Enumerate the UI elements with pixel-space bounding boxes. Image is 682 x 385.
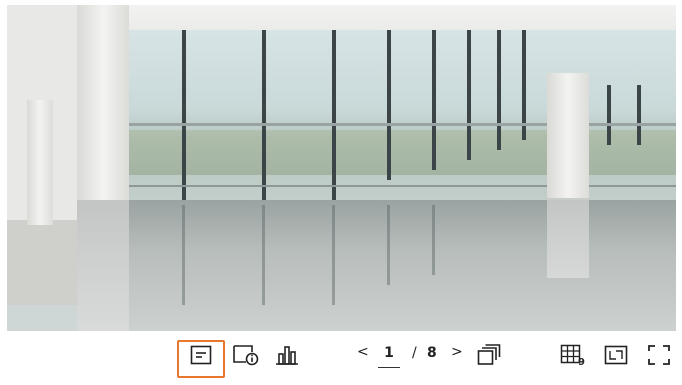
- scene-mullion: [607, 85, 611, 145]
- scene-mullion: [332, 30, 336, 200]
- fit-screen-icon[interactable]: [603, 343, 629, 367]
- layout-9-icon[interactable]: 9: [559, 343, 589, 367]
- scene-reflection: [262, 205, 265, 305]
- camera-live-view[interactable]: [7, 5, 676, 331]
- scene-pillar: [77, 5, 129, 200]
- scene-pillar: [27, 100, 53, 225]
- scene-mullion: [467, 30, 471, 160]
- page-separator: /: [412, 345, 417, 361]
- camera-image: [7, 5, 676, 331]
- scene-left-floor: [7, 220, 77, 305]
- scene-reflection: [432, 205, 435, 275]
- scene-mullion: [637, 85, 641, 145]
- camera-info-icon[interactable]: [231, 343, 261, 367]
- scene-reflection: [182, 205, 185, 305]
- sequence-icon[interactable]: [476, 343, 502, 367]
- scene-mullion: [497, 30, 501, 150]
- scene-glass-wall: [127, 30, 676, 210]
- bar-chart-icon[interactable]: [274, 343, 300, 367]
- previous-page-button[interactable]: <: [357, 344, 369, 360]
- scene-mullion: [387, 30, 391, 180]
- scene-pillar-reflection: [77, 200, 129, 331]
- svg-text:9: 9: [578, 357, 585, 366]
- scene-mullion: [262, 30, 266, 200]
- scene-outdoor-greenery: [127, 130, 676, 175]
- current-page-number[interactable]: 1: [379, 345, 399, 361]
- next-page-button[interactable]: >: [451, 344, 463, 360]
- fullscreen-icon[interactable]: [646, 343, 672, 367]
- list-icon[interactable]: [189, 343, 213, 367]
- page-number-underline: [378, 367, 400, 368]
- scene-pillar-reflection: [547, 198, 589, 278]
- scene-pillar: [547, 73, 589, 198]
- scene-mullion: [182, 30, 186, 200]
- scene-reflection: [332, 205, 335, 305]
- scene-reflection: [387, 205, 390, 285]
- scene-mullion: [432, 30, 436, 170]
- total-pages: 8: [427, 345, 437, 361]
